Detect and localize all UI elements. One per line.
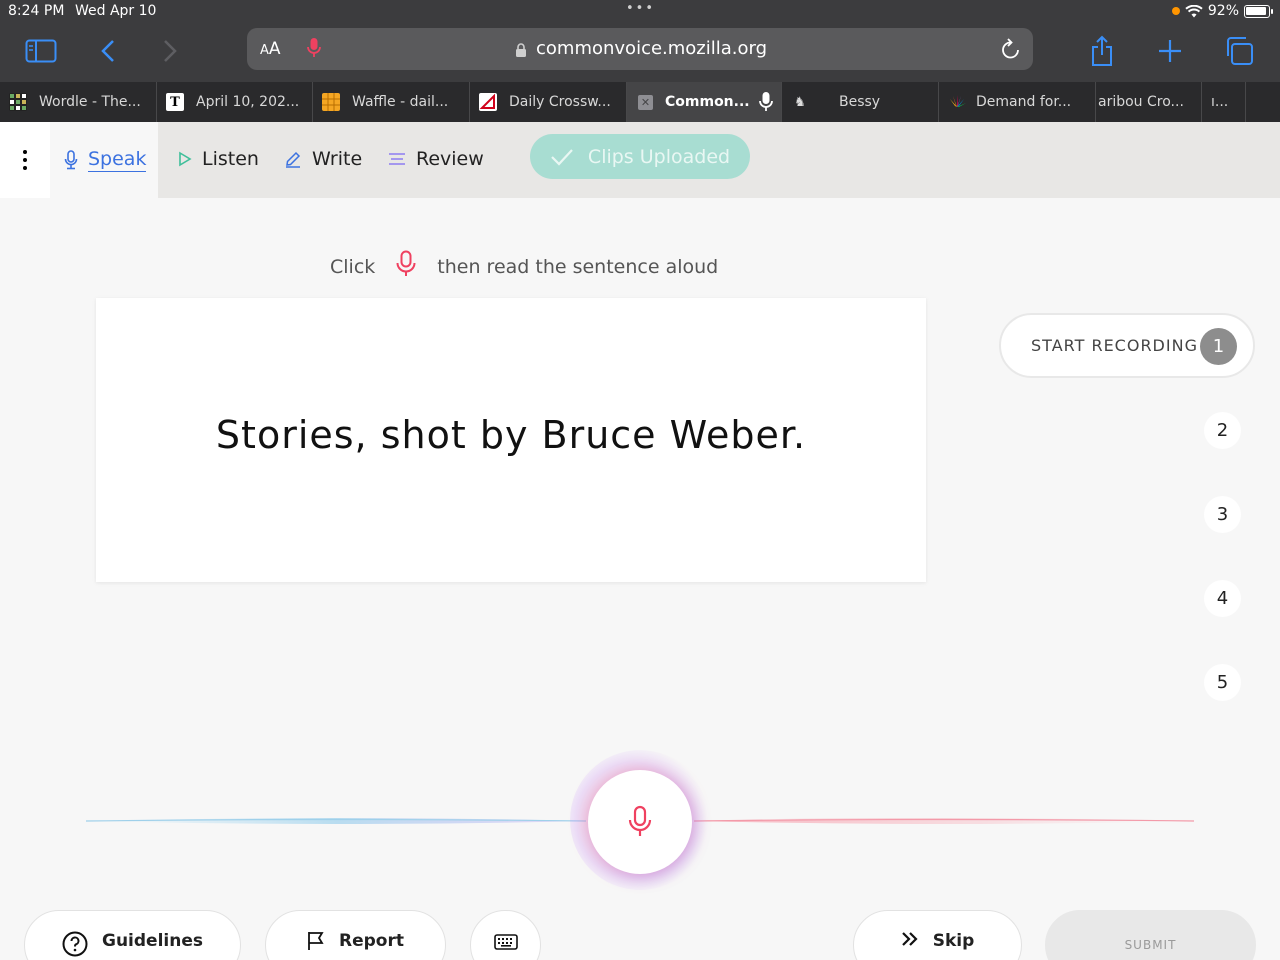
list-icon — [389, 153, 405, 165]
reload-icon[interactable] — [1000, 37, 1022, 65]
tab-nyt[interactable]: T April 10, 202... — [157, 82, 313, 122]
lock-icon — [515, 42, 527, 61]
start-recording-label: START RECORDING — [1031, 336, 1198, 355]
instruction-click: Click — [330, 255, 376, 278]
nav-speak-label: Speak — [88, 148, 147, 172]
sentence-card: Stories, shot by Bruce Weber. — [96, 298, 926, 582]
record-button[interactable] — [588, 770, 692, 874]
guidelines-label: Guidelines — [102, 931, 203, 951]
tab-overflow[interactable]: ı... — [1202, 82, 1246, 122]
tab-caribou[interactable]: aribou Cro... — [1096, 82, 1202, 122]
common-voice-nav: Speak Listen Write Review Clips Uploaded — [0, 122, 1280, 198]
crossword-icon — [479, 93, 497, 111]
back-icon[interactable] — [90, 34, 126, 68]
tab-label: aribou Cro... — [1098, 94, 1184, 110]
keyboard-shortcuts-button[interactable] — [470, 910, 541, 960]
skip-button[interactable]: Skip — [853, 910, 1022, 960]
nbc-peacock-icon — [950, 95, 966, 107]
help-circle-icon — [62, 931, 88, 957]
double-chevron-right-icon — [901, 932, 918, 946]
instruction-line: Click then read the sentence aloud — [330, 250, 718, 283]
tab-bar: Wordle - The... T April 10, 202... Waffl… — [0, 82, 1280, 122]
battery-percent: 92% — [1207, 3, 1239, 19]
instruction-text: then read the sentence aloud — [437, 255, 719, 278]
tab-label: Waffle - dail... — [352, 94, 449, 110]
nav-speak[interactable]: Speak — [64, 148, 147, 172]
tab-label: Demand for... — [976, 94, 1072, 110]
battery-icon — [1244, 4, 1273, 18]
submit-label: SUBMIT — [1124, 938, 1177, 952]
nav-write[interactable]: Write — [284, 148, 362, 170]
nav-listen[interactable]: Listen — [178, 148, 259, 170]
microphone-icon — [395, 250, 417, 283]
step-number-4: 4 — [1204, 580, 1241, 617]
tab-bessy[interactable]: ♞ Bessy — [782, 82, 939, 122]
tab-waffle[interactable]: Waffle - dail... — [313, 82, 470, 122]
status-time: 8:24 PM — [8, 3, 65, 19]
status-date: Wed Apr 10 — [75, 3, 157, 19]
report-label: Report — [339, 931, 404, 951]
tab-label: Wordle - The... — [39, 94, 141, 110]
share-icon[interactable] — [1084, 34, 1120, 68]
tabs-overview-icon[interactable] — [1221, 34, 1257, 68]
tab-common-voice[interactable]: ✕ Common... — [627, 82, 782, 122]
tab-nbc[interactable]: Demand for... — [939, 82, 1096, 122]
tab-label: ı... — [1211, 94, 1229, 110]
sidebar-toggle-icon[interactable] — [23, 34, 59, 68]
status-bar: 8:24 PM Wed Apr 10 ••• 92% — [0, 0, 1280, 24]
step-number-5: 5 — [1204, 664, 1241, 701]
mic-in-use-indicator-icon — [1171, 7, 1180, 15]
step-number-1: 1 — [1200, 328, 1237, 365]
submit-button[interactable]: SUBMIT — [1045, 910, 1256, 960]
forward-icon[interactable] — [152, 34, 188, 68]
pencil-icon — [286, 151, 301, 168]
browser-toolbar: AA commonvoice.mozilla.org — [0, 24, 1280, 82]
step-number-3: 3 — [1204, 496, 1241, 533]
wordle-grid-icon — [9, 93, 27, 111]
flag-icon — [308, 932, 324, 950]
play-icon — [179, 151, 192, 167]
microphone-icon — [628, 805, 652, 836]
url-text: commonvoice.mozilla.org — [536, 38, 768, 59]
tab-label: Common... — [665, 94, 750, 110]
waveform-right — [694, 818, 1194, 824]
clips-uploaded-toast: Clips Uploaded — [530, 134, 750, 179]
microphone-in-use-icon[interactable] — [307, 36, 321, 64]
nav-review-label: Review — [416, 148, 484, 170]
sentence-text: Stories, shot by Bruce Weber. — [215, 413, 807, 457]
tab-wordle[interactable]: Wordle - The... — [0, 82, 157, 122]
text-size-big-a: A — [268, 39, 281, 59]
nav-write-label: Write — [312, 148, 363, 170]
multitasking-dots-icon[interactable]: ••• — [626, 1, 655, 16]
checkmark-icon — [551, 148, 573, 166]
report-button[interactable]: Report — [265, 910, 446, 960]
nyt-icon: T — [166, 93, 184, 111]
waveform-left — [86, 818, 586, 824]
tab-label: Daily Crossw... — [509, 94, 611, 110]
nav-listen-label: Listen — [202, 148, 259, 170]
tab-label: April 10, 202... — [196, 94, 300, 110]
waffle-icon — [322, 93, 340, 111]
start-recording-step: START RECORDING 1 — [999, 313, 1255, 378]
text-size-small-a: A — [260, 43, 269, 58]
keyboard-icon — [493, 934, 518, 950]
cow-icon: ♞ — [791, 93, 809, 111]
skip-label: Skip — [932, 931, 975, 951]
nav-review[interactable]: Review — [388, 148, 484, 170]
tab-microphone-icon — [759, 92, 773, 111]
tab-crossword[interactable]: Daily Crossw... — [470, 82, 627, 122]
microphone-icon — [64, 150, 78, 170]
wifi-icon — [1185, 4, 1203, 17]
step-number-2: 2 — [1204, 412, 1241, 449]
address-bar[interactable]: AA commonvoice.mozilla.org — [247, 28, 1033, 70]
close-tab-icon[interactable]: ✕ — [638, 94, 653, 110]
text-size-button[interactable]: AA — [260, 39, 281, 59]
clips-uploaded-label: Clips Uploaded — [587, 145, 731, 168]
tab-label: Bessy — [839, 94, 881, 110]
more-menu-icon[interactable] — [0, 122, 50, 198]
new-tab-icon[interactable] — [1152, 34, 1188, 68]
guidelines-button[interactable]: Guidelines — [24, 910, 241, 960]
